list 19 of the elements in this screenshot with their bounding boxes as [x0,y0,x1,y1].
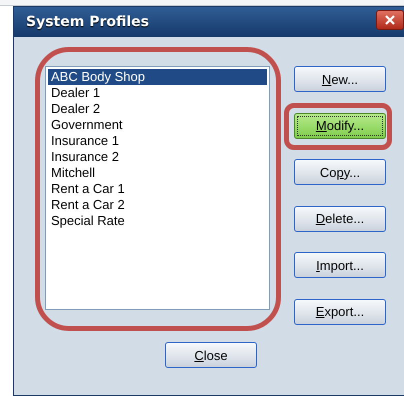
list-item[interactable]: Mitchell [48,165,267,181]
list-item[interactable]: Rent a Car 2 [48,197,267,213]
action-button[interactable]: New... [294,66,386,92]
action-button[interactable]: Copy... [294,159,386,185]
list-item[interactable]: Rent a Car 1 [48,181,267,197]
window-title: System Profiles [26,14,149,30]
close-icon[interactable] [376,10,404,30]
action-button[interactable]: Modify... [294,112,386,138]
list-item[interactable]: Government [48,117,267,133]
list-item[interactable]: Insurance 1 [48,133,267,149]
list-item[interactable]: Insurance 2 [48,149,267,165]
list-item[interactable]: ABC Body Shop [48,69,267,85]
action-button[interactable]: Delete... [294,206,386,232]
list-item[interactable]: Special Rate [48,213,267,229]
list-item[interactable]: Dealer 1 [48,85,267,101]
action-button[interactable]: Export... [294,298,386,324]
close-button[interactable]: Close [165,342,257,368]
list-item[interactable]: Dealer 2 [48,101,267,117]
action-button[interactable]: Import... [294,252,386,278]
